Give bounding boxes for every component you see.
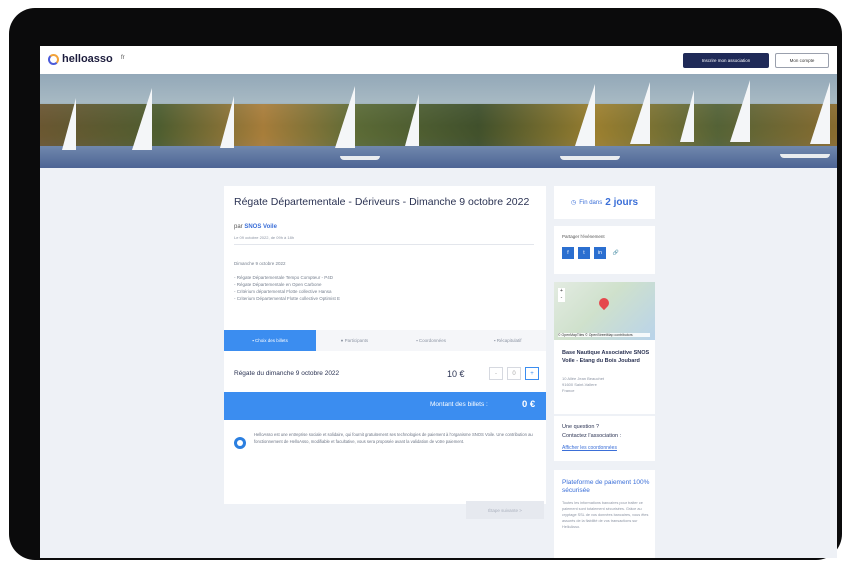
ticket-name: Régate du dimanche 9 octobre 2022 bbox=[234, 370, 340, 377]
step-contact[interactable]: ▪ Coordonnées bbox=[393, 330, 470, 351]
map-pin-icon bbox=[596, 295, 612, 311]
helloasso-notice: HelloAsso est une entreprise sociale et … bbox=[234, 430, 536, 458]
address-box: Base Nautique Associative SNOS Voile - E… bbox=[554, 340, 655, 414]
sail-shape bbox=[220, 96, 234, 148]
ticket-row: Régate du dimanche 9 octobre 2022 10 € -… bbox=[234, 367, 539, 381]
address-line: France bbox=[562, 388, 575, 393]
twitter-icon[interactable]: t bbox=[578, 247, 590, 259]
contact-heading: Contactez l'association : bbox=[562, 433, 622, 439]
sail-shape bbox=[62, 98, 76, 150]
tablet-frame: helloasso fr Inscrire mon association Mo… bbox=[9, 8, 842, 560]
boat-hull bbox=[780, 154, 830, 158]
secure-title: Plateforme de paiement 100% sécurisée bbox=[562, 479, 650, 494]
description-line: - Régate Départementale en Open Carbone bbox=[234, 282, 322, 287]
register-association-button[interactable]: Inscrire mon association bbox=[683, 53, 769, 68]
event-card: Régate Départementale - Dériveurs - Dima… bbox=[224, 186, 546, 519]
event-title: Régate Départementale - Dériveurs - Dima… bbox=[234, 196, 530, 208]
contact-box: Une question ? Contactez l'association :… bbox=[554, 416, 655, 461]
sail-shape bbox=[630, 82, 650, 144]
by-prefix: par bbox=[234, 224, 243, 230]
logo-icon bbox=[48, 53, 59, 65]
ticket-price: 10 € bbox=[447, 369, 465, 379]
banner-water bbox=[40, 146, 837, 168]
heart-icon bbox=[234, 437, 246, 449]
language-selector[interactable]: fr bbox=[121, 55, 125, 61]
question-heading: Une question ? bbox=[562, 424, 599, 430]
description-line: - Criterium Départemental Flotte collect… bbox=[234, 296, 341, 301]
sail-shape bbox=[810, 82, 830, 144]
description-line: - Critérium départemental Flotte collect… bbox=[234, 289, 332, 294]
zoom-out-button[interactable]: - bbox=[558, 295, 565, 302]
boat-hull bbox=[560, 156, 620, 160]
show-contact-link[interactable]: Afficher les coordonnées bbox=[562, 445, 617, 451]
my-account-button[interactable]: Mon compte bbox=[775, 53, 829, 68]
zoom-in-button[interactable]: + bbox=[558, 288, 565, 295]
sail-shape bbox=[575, 84, 595, 146]
countdown-box: ◷ Fin dans 2 jours bbox=[554, 186, 655, 219]
total-value: 0 € bbox=[522, 399, 536, 410]
step-summary[interactable]: ▪ Récapitulatif bbox=[469, 330, 546, 351]
location-map[interactable]: + - © OpenMapTiles © OpenStreetMap contr… bbox=[554, 282, 655, 340]
sail-shape bbox=[680, 90, 694, 142]
secure-text: Toutes les informations bancaires pour t… bbox=[562, 501, 649, 529]
helloasso-logo[interactable]: helloasso bbox=[48, 53, 113, 65]
venue-name: Base Nautique Associative SNOS Voile - E… bbox=[562, 350, 650, 364]
description-line: - Régate Départementale Tempo Compteur -… bbox=[234, 275, 333, 280]
clock-icon: ◷ bbox=[570, 200, 577, 206]
share-box: Partager l'événement f t in 🔗 bbox=[554, 226, 655, 274]
linkedin-icon[interactable]: in bbox=[594, 247, 606, 259]
boat-hull bbox=[340, 156, 380, 160]
share-label: Partager l'événement bbox=[562, 234, 605, 239]
sail-shape bbox=[335, 86, 355, 148]
notice-text: HelloAsso est une entreprise sociale et … bbox=[254, 432, 533, 444]
quantity-decrease-button[interactable]: - bbox=[489, 367, 503, 380]
secure-payment-box: Plateforme de paiement 100% sécurisée To… bbox=[554, 470, 655, 558]
event-description: Dimanche 9 octobre 2022 - Régate Départe… bbox=[234, 260, 534, 302]
step-participants[interactable]: ● Participants bbox=[316, 330, 393, 351]
event-banner-image bbox=[40, 74, 837, 168]
banner-treeline bbox=[40, 104, 837, 146]
description-line bbox=[234, 267, 534, 274]
sail-shape bbox=[730, 80, 750, 142]
event-date-meta: Le 09 octobre 2022, de 09h à 18h bbox=[234, 235, 295, 240]
step-ticket-choice[interactable]: ▪ Choix des billets bbox=[224, 330, 316, 351]
total-amount-bar: Montant des billets : 0 € bbox=[224, 392, 546, 420]
quantity-input[interactable]: 0 bbox=[507, 367, 521, 380]
divider bbox=[234, 244, 534, 245]
map-zoom-controls: + - bbox=[558, 288, 565, 302]
link-icon[interactable]: 🔗 bbox=[610, 247, 622, 259]
venue-address: 10 Allée Jean Beauchet 91600 Saint-Valle… bbox=[562, 376, 604, 394]
map-attribution: © OpenMapTiles © OpenStreetMap contribut… bbox=[558, 333, 650, 337]
countdown-value: 2 jours bbox=[605, 197, 639, 208]
description-line: Dimanche 9 octobre 2022 bbox=[234, 261, 286, 266]
checkout-steps: ▪ Choix des billets ● Participants ▪ Coo… bbox=[224, 330, 546, 351]
organizer-link[interactable]: SNOS Voile bbox=[244, 224, 277, 230]
share-icons: f t in 🔗 bbox=[562, 247, 622, 259]
sail-shape bbox=[405, 94, 419, 146]
logo-text: helloasso bbox=[62, 53, 113, 65]
sail-shape bbox=[132, 88, 152, 150]
quantity-increase-button[interactable]: + bbox=[525, 367, 539, 380]
next-step-button[interactable]: Étape suivante > bbox=[466, 501, 544, 519]
facebook-icon[interactable]: f bbox=[562, 247, 574, 259]
browser-screen: helloasso fr Inscrire mon association Mo… bbox=[40, 46, 837, 558]
countdown-prefix: Fin dans bbox=[579, 199, 603, 206]
top-navbar: helloasso fr Inscrire mon association Mo… bbox=[40, 46, 837, 75]
event-organizer: par SNOS Voile bbox=[234, 224, 277, 230]
total-label: Montant des billets : bbox=[430, 401, 488, 408]
